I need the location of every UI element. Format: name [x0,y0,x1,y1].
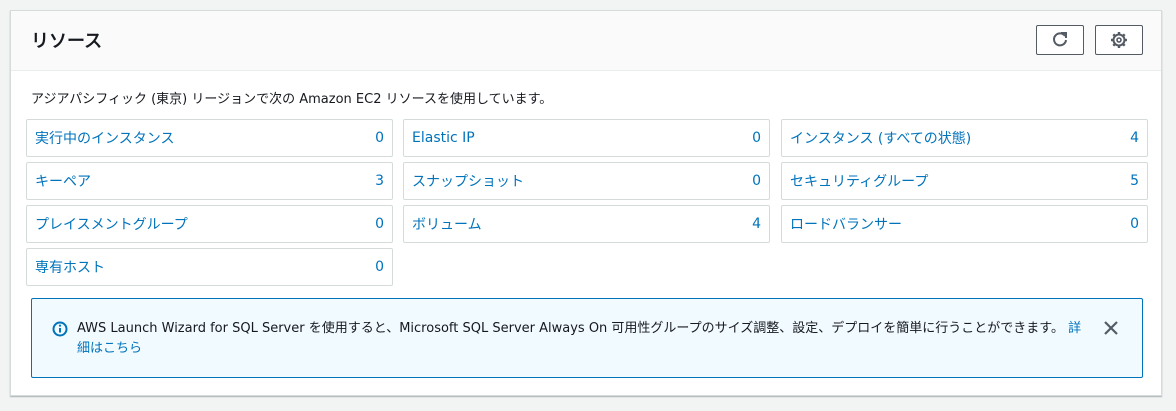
resource-instances-all-states[interactable]: インスタンス (すべての状態) 4 [781,119,1148,157]
resource-label: ロードバランサー [790,217,902,233]
resource-count: 0 [375,216,384,232]
alert-text: AWS Launch Wizard for SQL Server を使用すると、… [77,321,1064,336]
resource-count: 3 [375,173,384,189]
info-alert: AWS Launch Wizard for SQL Server を使用すると、… [31,298,1143,378]
resource-label: ボリューム [412,217,482,233]
panel-title: リソース [31,31,103,52]
resource-count: 0 [752,173,761,189]
resources-panel: リソース アジアパシフィック (東京) リージョンで次の Amazon EC2 … [10,10,1162,396]
gear-icon [1111,32,1127,48]
resource-label: セキュリティグループ [790,174,929,190]
resource-label: 実行中のインスタンス [35,131,175,147]
resource-label: プレイスメントグループ [35,217,188,233]
resource-running-instances[interactable]: 実行中のインスタンス 0 [26,119,393,157]
close-icon[interactable] [1102,319,1120,337]
alert-message: AWS Launch Wizard for SQL Server を使用すると、… [77,319,1087,359]
resource-load-balancers[interactable]: ロードバランサー 0 [781,205,1148,243]
resource-volumes[interactable]: ボリューム 4 [403,205,770,243]
resource-count: 0 [375,259,384,275]
resource-count: 0 [1130,216,1139,232]
refresh-icon [1053,32,1067,47]
resource-label: キーペア [35,174,91,190]
resource-count: 5 [1130,173,1139,189]
resource-snapshots[interactable]: スナップショット 0 [403,162,770,200]
settings-button[interactable] [1095,25,1143,55]
info-icon [52,321,68,337]
resource-label: Elastic IP [412,130,475,146]
resource-placement-groups[interactable]: プレイスメントグループ 0 [26,205,393,243]
panel-header: リソース [11,11,1161,71]
resource-count: 0 [375,130,384,146]
resource-label: 専有ホスト [35,260,105,276]
resource-security-groups[interactable]: セキュリティグループ 5 [781,162,1148,200]
resource-count: 0 [752,130,761,146]
resource-elastic-ip[interactable]: Elastic IP 0 [403,119,770,157]
refresh-button[interactable] [1036,25,1084,55]
resource-count: 4 [752,216,761,232]
resource-count: 4 [1130,130,1139,146]
resource-label: スナップショット [412,174,524,190]
resource-dedicated-hosts[interactable]: 専有ホスト 0 [26,248,393,286]
resource-key-pairs[interactable]: キーペア 3 [26,162,393,200]
resource-label: インスタンス (すべての状態) [790,131,972,147]
region-description: アジアパシフィック (東京) リージョンで次の Amazon EC2 リソースを… [31,92,553,107]
